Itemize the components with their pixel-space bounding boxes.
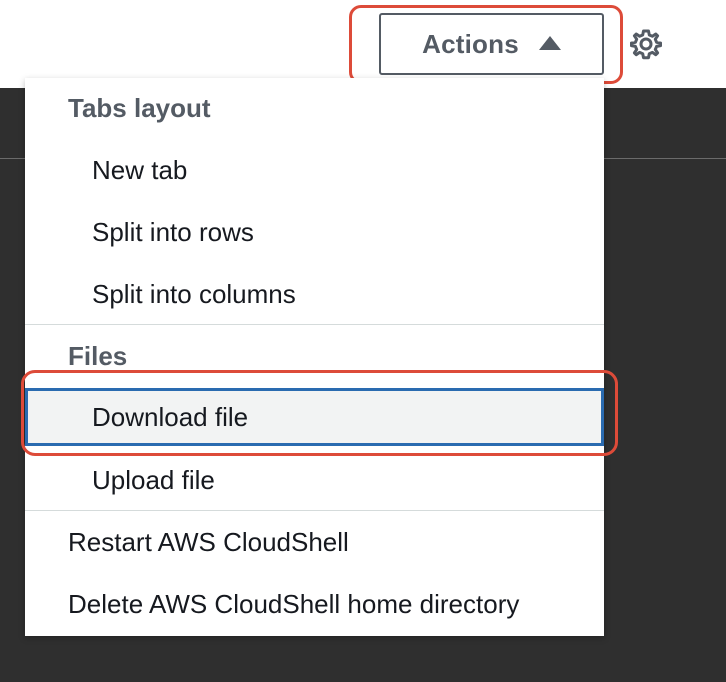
gear-icon[interactable]: [630, 28, 662, 60]
menu-item-restart-cloudshell[interactable]: Restart AWS CloudShell: [25, 513, 604, 571]
actions-button-label: Actions: [422, 28, 519, 59]
menu-divider: [25, 324, 604, 325]
actions-button[interactable]: Actions: [379, 13, 604, 75]
menu-divider: [25, 510, 604, 511]
menu-item-delete-home-directory[interactable]: Delete AWS CloudShell home directory: [25, 575, 604, 633]
menu-section-files: Files: [68, 341, 128, 371]
menu-item-new-tab[interactable]: New tab: [25, 141, 604, 199]
top-toolbar: [0, 0, 726, 88]
menu-item-download-file[interactable]: Download file: [25, 388, 604, 446]
actions-dropdown-menu: Tabs layout New tab Split into rows Spli…: [25, 78, 604, 636]
menu-item-split-rows[interactable]: Split into rows: [25, 203, 604, 261]
caret-up-icon: [538, 36, 561, 50]
menu-item-split-columns[interactable]: Split into columns: [25, 265, 604, 323]
menu-section-tabs-layout: Tabs layout: [68, 93, 211, 123]
menu-item-upload-file[interactable]: Upload file: [25, 451, 604, 509]
